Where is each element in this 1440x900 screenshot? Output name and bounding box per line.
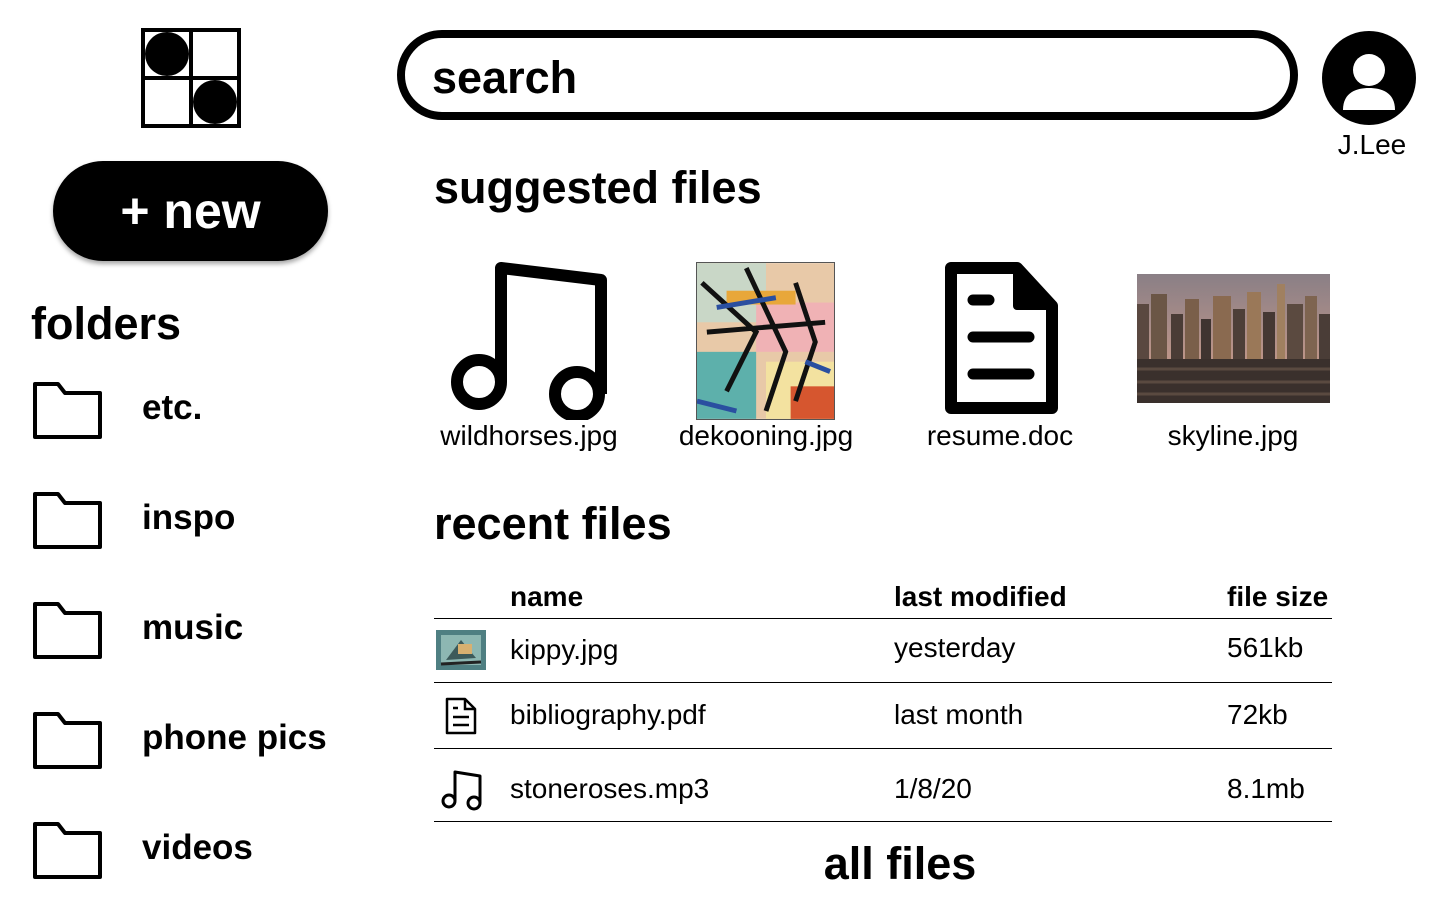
- folder-icon: [33, 712, 102, 769]
- table-row[interactable]: stoneroses.mp3 1/8/20 8.1mb: [434, 749, 1332, 821]
- search-input[interactable]: search: [397, 30, 1298, 120]
- abstract-painting-thumbnail[interactable]: [696, 262, 835, 420]
- user-avatar-icon[interactable]: [1321, 30, 1417, 126]
- file-modified: 1/8/20: [894, 773, 972, 804]
- folder-label: etc.: [142, 388, 203, 427]
- column-header-last-modified[interactable]: last modified: [894, 580, 1067, 614]
- music-note-icon: [441, 770, 482, 811]
- file-name: bibliography.pdf: [510, 699, 706, 730]
- folder-label: videos: [142, 828, 253, 867]
- folder-label: phone pics: [142, 718, 327, 757]
- table-divider: [434, 821, 1332, 822]
- city-skyline-thumbnail[interactable]: [1137, 274, 1330, 403]
- music-note-icon[interactable]: [449, 262, 609, 420]
- new-button[interactable]: + new: [53, 161, 328, 261]
- file-name: kippy.jpg: [510, 634, 619, 665]
- folder-icon: [33, 822, 102, 879]
- file-size: 561kb: [1227, 632, 1304, 663]
- column-header-file-size[interactable]: file size: [1227, 580, 1328, 614]
- file-modified: last month: [894, 699, 1024, 730]
- file-size: 72kb: [1227, 699, 1288, 730]
- folder-icon: [33, 602, 102, 659]
- folder-item-phone-pics[interactable]: phone pics: [32, 710, 362, 770]
- column-header-name[interactable]: name: [510, 580, 583, 614]
- all-files-link[interactable]: all files: [720, 836, 1080, 892]
- table-row[interactable]: bibliography.pdf last month 72kb: [434, 683, 1332, 747]
- file-modified: yesterday: [894, 632, 1016, 663]
- suggested-file-name: wildhorses.jpg: [440, 420, 618, 451]
- user-name: J.Lee: [1337, 129, 1407, 160]
- suggested-file-name: dekooning.jpg: [678, 420, 854, 451]
- image-thumbnail: [436, 630, 486, 670]
- file-name: stoneroses.mp3: [510, 773, 710, 804]
- document-icon: [445, 697, 477, 735]
- document-icon[interactable]: [945, 262, 1058, 414]
- suggested-file-name: skyline.jpg: [1167, 420, 1299, 451]
- table-row[interactable]: kippy.jpg yesterday 561kb: [434, 619, 1332, 682]
- app-logo: [141, 28, 241, 128]
- folders-heading: folders: [31, 298, 182, 349]
- folder-item-inspo[interactable]: inspo: [32, 490, 362, 550]
- folder-label: music: [142, 608, 244, 647]
- file-size: 8.1mb: [1227, 773, 1305, 804]
- folder-icon: [33, 382, 102, 439]
- search-placeholder: search: [432, 52, 578, 103]
- suggested-file-name: resume.doc: [926, 420, 1074, 451]
- recent-files-heading: recent files: [434, 498, 672, 549]
- folder-label: inspo: [142, 498, 236, 537]
- folder-icon: [33, 492, 102, 549]
- folder-item-music[interactable]: music: [32, 600, 362, 660]
- folder-item-etc[interactable]: etc.: [32, 380, 362, 440]
- folder-item-videos[interactable]: videos: [32, 820, 362, 880]
- suggested-files-heading: suggested files: [434, 162, 762, 213]
